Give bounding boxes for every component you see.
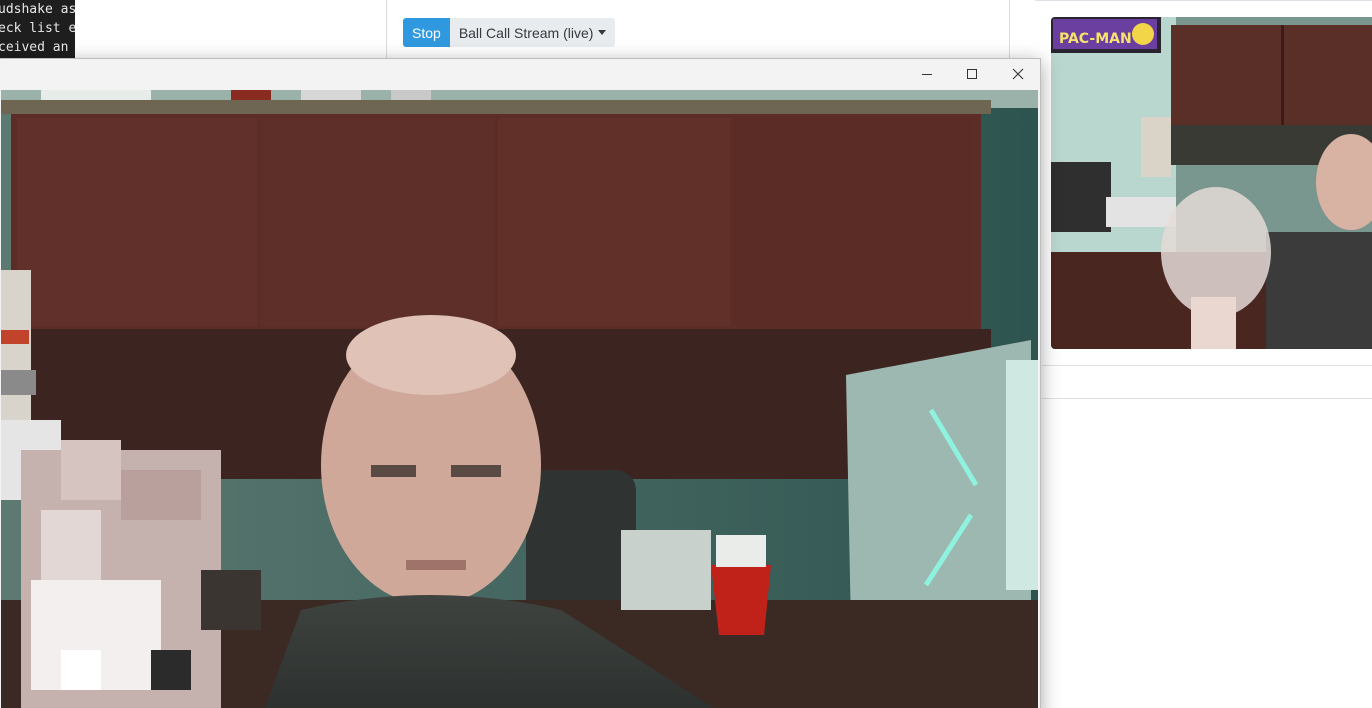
- remote-video-stream: [1, 90, 1038, 708]
- stream-button-group: Stop Ball Call Stream (live): [403, 18, 616, 47]
- minimize-button[interactable]: [904, 59, 950, 89]
- maximize-button[interactable]: [949, 59, 995, 89]
- preview-video-frame: PAC-MAN: [1051, 17, 1372, 349]
- stop-button[interactable]: Stop: [403, 18, 450, 47]
- caret-down-icon: [598, 30, 607, 35]
- close-icon: [1012, 68, 1024, 80]
- window-titlebar[interactable]: [0, 59, 1040, 89]
- terminal-window[interactable]: udshake as eck list e ceived an: [0, 0, 75, 58]
- stream-select-dropdown[interactable]: Ball Call Stream (live): [449, 18, 616, 47]
- terminal-line: ceived an: [0, 40, 69, 55]
- terminal-line: eck list e: [0, 21, 75, 36]
- local-video-preview: PAC-MAN: [1051, 17, 1372, 349]
- terminal-line: udshake as: [0, 2, 75, 17]
- desktop: udshake as eck list e ceived an Stop Bal…: [0, 0, 1372, 708]
- divider: [1035, 0, 1372, 1]
- stream-select-label: Ball Call Stream (live): [458, 24, 594, 41]
- close-button[interactable]: [995, 59, 1041, 89]
- divider: [1042, 398, 1372, 399]
- video-popout-window[interactable]: [0, 58, 1041, 708]
- remote-video-frame: [1, 90, 1038, 708]
- divider: [1042, 365, 1372, 366]
- minimize-icon: [922, 74, 932, 75]
- pacman-sign-text: PAC-MAN: [1059, 31, 1132, 47]
- maximize-icon: [967, 69, 977, 79]
